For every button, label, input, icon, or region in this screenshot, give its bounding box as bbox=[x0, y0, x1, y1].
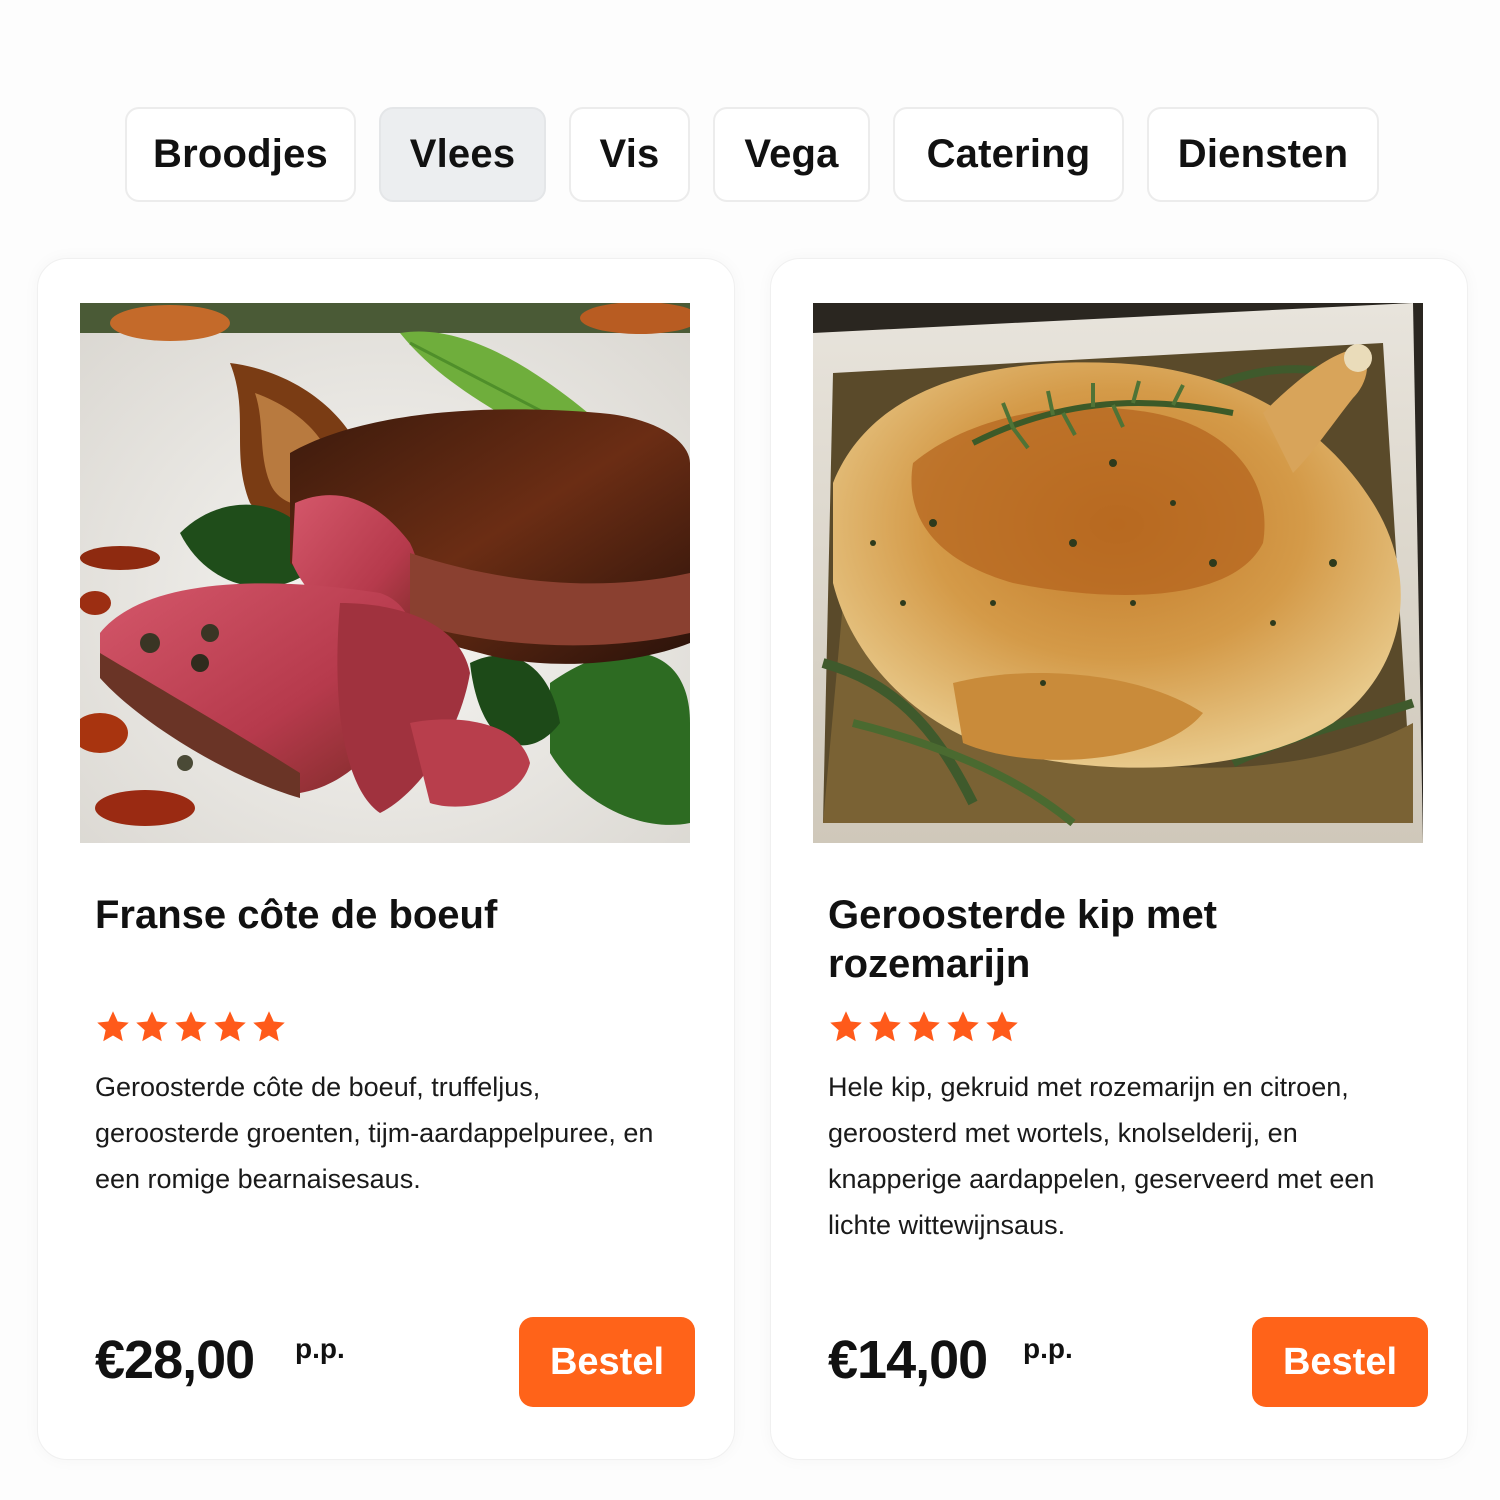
sliced-steak-photo bbox=[80, 303, 690, 843]
price-unit: p.p. bbox=[1023, 1333, 1073, 1364]
star-rating bbox=[95, 1009, 287, 1045]
category-tabs: Broodjes Vlees Vis Vega Catering Dienste… bbox=[0, 107, 1500, 202]
order-button[interactable]: Bestel bbox=[519, 1317, 695, 1407]
star-icon bbox=[830, 1011, 862, 1042]
star-icon bbox=[253, 1011, 285, 1042]
star-icon bbox=[947, 1011, 979, 1042]
product-title: Geroosterde kip met rozemarijn bbox=[828, 893, 1218, 986]
tab-vis[interactable]: Vis bbox=[569, 107, 690, 202]
product-image[interactable] bbox=[813, 303, 1423, 843]
price-row: €28,00 p.p. Bestel bbox=[95, 1317, 695, 1407]
tab-diensten[interactable]: Diensten bbox=[1147, 107, 1379, 202]
tab-vega[interactable]: Vega bbox=[713, 107, 870, 202]
product-description: Hele kip, gekruid met rozemarijn en citr… bbox=[828, 1072, 1375, 1240]
star-rating bbox=[828, 1009, 1020, 1045]
product-card: Franse côte de boeuf Geroosterde côte de… bbox=[37, 258, 735, 1460]
star-icon bbox=[97, 1011, 129, 1042]
tab-broodjes[interactable]: Broodjes bbox=[125, 107, 356, 202]
roast-chicken-photo bbox=[813, 303, 1423, 843]
product-page: Broodjes Vlees Vis Vega Catering Dienste… bbox=[0, 0, 1500, 1500]
order-button[interactable]: Bestel bbox=[1252, 1317, 1428, 1407]
price-unit: p.p. bbox=[295, 1333, 345, 1364]
product-price: €28,00 bbox=[95, 1330, 255, 1390]
star-icon bbox=[175, 1011, 207, 1042]
star-icon bbox=[869, 1011, 901, 1042]
product-title: Franse côte de boeuf bbox=[95, 893, 498, 937]
tab-catering[interactable]: Catering bbox=[893, 107, 1124, 202]
product-price: €14,00 bbox=[828, 1330, 988, 1390]
star-icon bbox=[986, 1011, 1018, 1042]
star-icon bbox=[908, 1011, 940, 1042]
price-row: €14,00 p.p. Bestel bbox=[828, 1317, 1428, 1407]
tab-vlees[interactable]: Vlees bbox=[379, 107, 546, 202]
product-card: Geroosterde kip met rozemarijn Hele kip,… bbox=[770, 258, 1468, 1460]
product-description: Geroosterde côte de boeuf, truffeljus, g… bbox=[95, 1072, 654, 1194]
star-icon bbox=[136, 1011, 168, 1042]
star-icon bbox=[214, 1011, 246, 1042]
product-image[interactable] bbox=[80, 303, 690, 843]
